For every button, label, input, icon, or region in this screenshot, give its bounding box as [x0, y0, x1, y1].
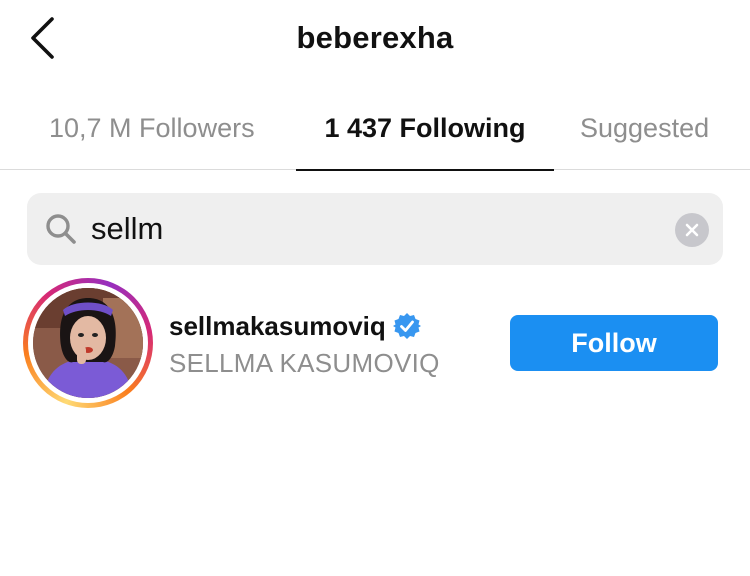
search-icon: [46, 214, 76, 244]
avatar: [33, 288, 143, 398]
tab-suggested[interactable]: Suggested: [580, 86, 709, 170]
tab-following-label: 1 437 Following: [324, 113, 526, 143]
page-title: beberexha: [296, 20, 454, 55]
clear-search-button[interactable]: [675, 213, 709, 247]
tab-followers[interactable]: 10,7 M Followers: [49, 86, 255, 170]
tab-following[interactable]: 1 437 Following: [296, 86, 554, 171]
header-bar: beberexha: [0, 0, 750, 80]
full-name: SELLMA KASUMOVIQ: [169, 348, 440, 378]
search-input[interactable]: [91, 207, 651, 251]
profile-photo-icon: [33, 288, 143, 398]
list-item[interactable]: sellmakasumoviq SELLMA KASUMOVIQ Follow: [0, 276, 750, 410]
story-ring[interactable]: [23, 278, 153, 408]
username-link[interactable]: sellmakasumoviq: [169, 308, 421, 344]
follow-button[interactable]: Follow: [510, 315, 718, 371]
clear-icon: [685, 223, 699, 237]
verified-badge-icon: [392, 313, 421, 339]
username: sellmakasumoviq: [169, 310, 386, 341]
search-bar[interactable]: [27, 193, 723, 265]
tab-bar: 10,7 M Followers 1 437 Following Suggest…: [0, 86, 750, 171]
avatar-border: [28, 283, 148, 403]
active-tab-indicator: [296, 169, 554, 171]
